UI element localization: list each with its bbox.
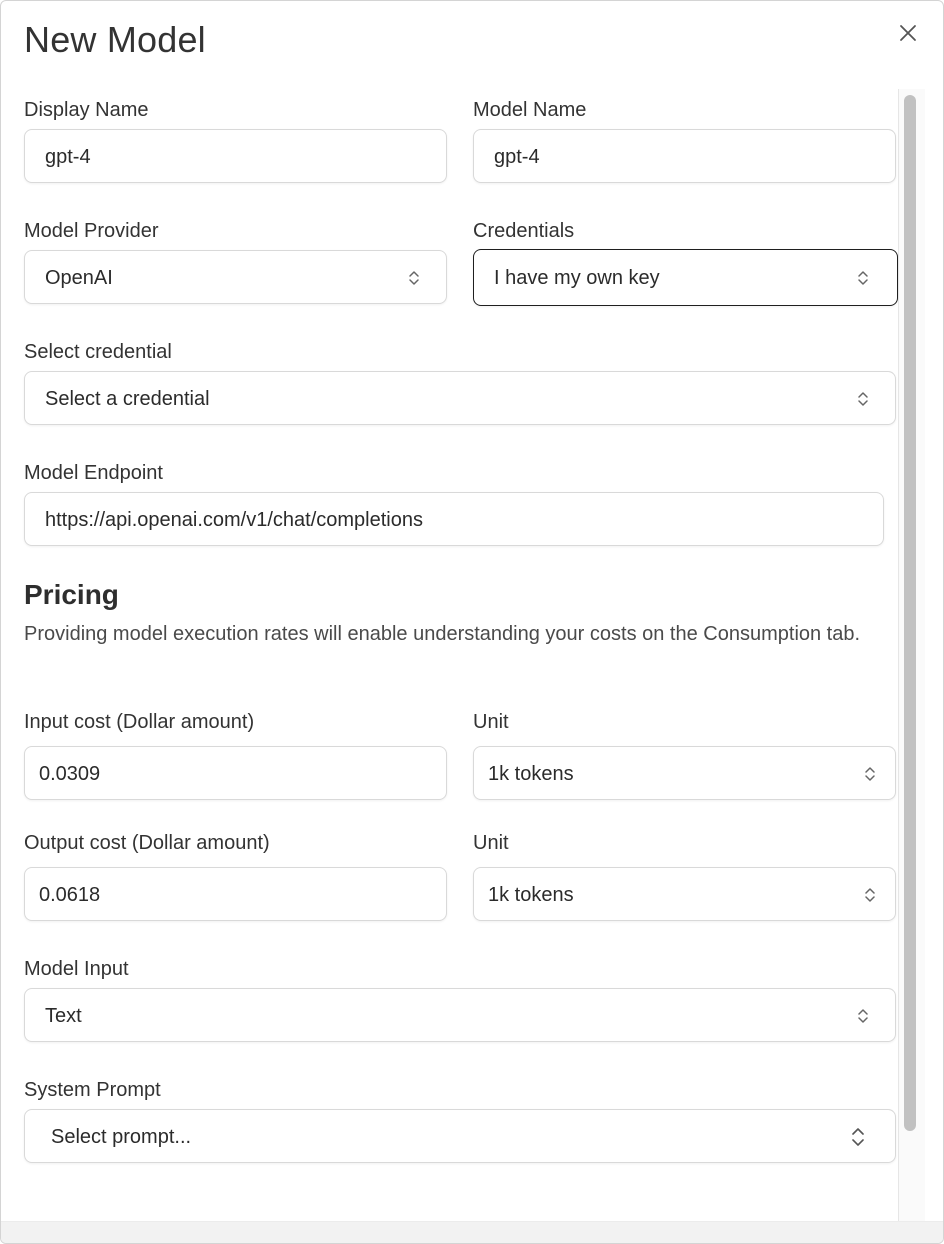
- select-credential-value: Select a credential: [45, 388, 210, 410]
- chevron-up-down-icon: [864, 885, 876, 905]
- chevron-up-down-icon: [864, 764, 876, 784]
- select-credential-select[interactable]: Select a credential: [24, 371, 896, 425]
- output-cost-input[interactable]: 0.0618: [24, 867, 447, 921]
- system-prompt-label: System Prompt: [24, 1079, 161, 1101]
- modal-footer-area: [1, 1221, 943, 1243]
- model-input-select[interactable]: Text: [24, 988, 896, 1042]
- system-prompt-value: Select prompt...: [51, 1126, 192, 1148]
- model-provider-select[interactable]: OpenAI: [24, 250, 447, 304]
- chevron-up-down-icon: [408, 268, 420, 288]
- model-name-value: gpt-4: [494, 146, 540, 168]
- model-input-label: Model Input: [24, 958, 129, 980]
- chevron-up-down-icon: [857, 1006, 869, 1026]
- credentials-label: Credentials: [473, 220, 575, 242]
- model-endpoint-input[interactable]: https://api.openai.com/v1/chat/completio…: [24, 492, 884, 546]
- display-name-input[interactable]: gpt-4: [24, 129, 447, 183]
- select-credential-label: Select credential: [24, 341, 172, 363]
- input-cost-label: Input cost (Dollar amount): [24, 711, 255, 733]
- modal-title: New Model: [24, 19, 206, 60]
- close-button[interactable]: [896, 21, 920, 45]
- new-model-modal: New Model Display Name gpt-4 Model Name …: [0, 0, 944, 1244]
- input-unit-value: 1k tokens: [488, 763, 574, 785]
- scrollbar-thumb[interactable]: [904, 95, 916, 1131]
- model-provider-value: OpenAI: [45, 267, 113, 289]
- output-cost-value: 0.0618: [39, 884, 101, 906]
- pricing-description: Providing model execution rates will ena…: [24, 623, 861, 645]
- input-cost-value: 0.0309: [39, 763, 101, 785]
- credentials-value: I have my own key: [494, 267, 660, 289]
- model-name-label: Model Name: [473, 99, 587, 121]
- input-unit-label: Unit: [473, 711, 509, 733]
- model-name-input[interactable]: gpt-4: [473, 129, 896, 183]
- model-input-value: Text: [45, 1005, 82, 1027]
- chevron-up-down-icon: [851, 1125, 865, 1149]
- model-endpoint-label: Model Endpoint: [24, 462, 163, 484]
- chevron-up-down-icon: [857, 389, 869, 409]
- output-unit-label: Unit: [473, 832, 509, 854]
- chevron-up-down-icon: [857, 268, 869, 288]
- credentials-select[interactable]: I have my own key: [473, 249, 898, 306]
- output-unit-select[interactable]: 1k tokens: [473, 867, 896, 921]
- input-cost-input[interactable]: 0.0309: [24, 746, 447, 800]
- model-provider-label: Model Provider: [24, 220, 159, 242]
- display-name-value: gpt-4: [45, 146, 91, 168]
- pricing-heading: Pricing: [24, 579, 119, 610]
- close-icon: [900, 25, 916, 41]
- output-cost-label: Output cost (Dollar amount): [24, 832, 270, 854]
- output-unit-value: 1k tokens: [488, 884, 574, 906]
- display-name-label: Display Name: [24, 99, 149, 121]
- system-prompt-select[interactable]: Select prompt...: [24, 1109, 896, 1163]
- model-endpoint-value: https://api.openai.com/v1/chat/completio…: [45, 509, 423, 531]
- input-unit-select[interactable]: 1k tokens: [473, 746, 896, 800]
